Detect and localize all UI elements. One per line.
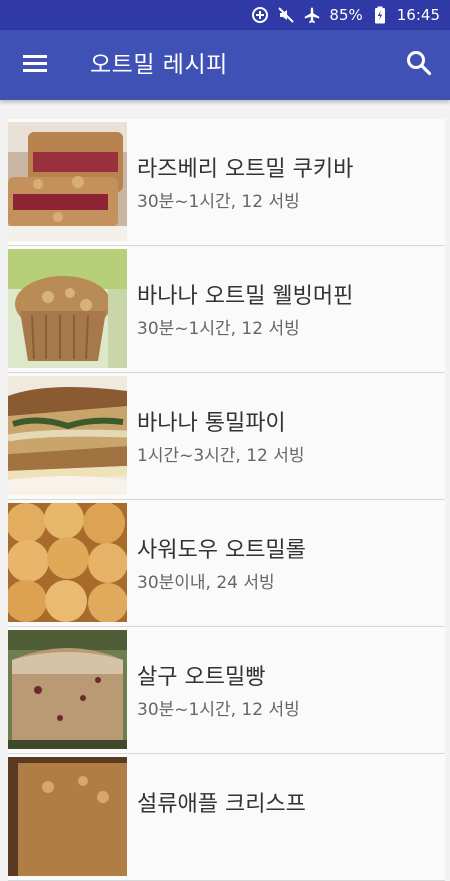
recipe-item[interactable]: 라즈베리 오트밀 쿠키바 30분~1시간, 12 서빙 — [8, 119, 445, 246]
recipe-meta: 30분~1시간, 12 서빙 — [137, 192, 300, 212]
search-button[interactable] — [402, 48, 436, 82]
mute-icon — [277, 6, 295, 24]
app-bar: 오트밀 레시피 — [0, 30, 450, 100]
recipe-item[interactable]: 바나나 통밀파이 1시간~3시간, 12 서빙 — [8, 373, 445, 500]
recipe-thumbnail — [8, 503, 127, 622]
battery-percent: 85% — [329, 6, 363, 24]
recipe-meta: 30분~1시간, 12 서빙 — [137, 319, 300, 339]
data-saver-icon — [251, 6, 269, 24]
recipe-thumbnail — [8, 122, 127, 241]
recipe-title: 살구 오트밀빵 — [137, 665, 266, 690]
recipe-title: 라즈베리 오트밀 쿠키바 — [137, 157, 354, 182]
status-time: 16:45 — [396, 6, 440, 24]
page-title: 오트밀 레시피 — [90, 52, 228, 78]
recipe-thumbnail — [8, 249, 127, 368]
airplane-mode-icon — [303, 6, 321, 24]
menu-icon — [22, 53, 48, 77]
recipe-item[interactable]: 사워도우 오트밀롤 30분이내, 24 서빙 — [8, 500, 445, 627]
recipe-title: 바나나 오트밀 웰빙머핀 — [137, 284, 354, 309]
recipe-title: 사워도우 오트밀롤 — [137, 538, 306, 563]
recipe-list: 라즈베리 오트밀 쿠키바 30분~1시간, 12 서빙 바나나 오트밀 웰빙머핀… — [8, 119, 445, 881]
recipe-meta: 30분이내, 24 서빙 — [137, 573, 275, 593]
recipe-thumbnail — [8, 757, 127, 876]
recipe-thumbnail — [8, 630, 127, 749]
recipe-item[interactable]: 설류애플 크리스프 — [8, 754, 445, 881]
recipe-item[interactable]: 바나나 오트밀 웰빙머핀 30분~1시간, 12 서빙 — [8, 246, 445, 373]
battery-icon — [371, 6, 389, 24]
recipe-item[interactable]: 살구 오트밀빵 30분~1시간, 12 서빙 — [8, 627, 445, 754]
search-icon — [406, 50, 432, 80]
recipe-meta: 30분~1시간, 12 서빙 — [137, 700, 300, 720]
menu-button[interactable] — [18, 50, 52, 80]
recipe-meta: 1시간~3시간, 12 서빙 — [137, 446, 305, 466]
recipe-thumbnail — [8, 376, 127, 495]
status-bar: 85% 16:45 — [0, 0, 450, 30]
recipe-title: 바나나 통밀파이 — [137, 411, 286, 436]
recipe-title: 설류애플 크리스프 — [137, 792, 306, 817]
